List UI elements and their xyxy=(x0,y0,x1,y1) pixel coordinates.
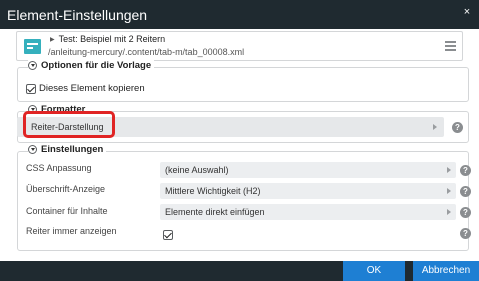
help-icon[interactable]: ? xyxy=(460,228,471,239)
css-adjust-value: (keine Auswahl) xyxy=(165,165,229,175)
chevron-right-icon xyxy=(433,124,437,130)
always-show-tabs-checkbox[interactable] xyxy=(163,230,173,240)
content-container-select[interactable]: Elemente direkt einfügen xyxy=(160,204,456,220)
template-options-legend: Optionen für die Vorlage xyxy=(28,60,155,71)
resource-title-row[interactable]: ▶ Test: Beispiel mit 2 Reitern xyxy=(50,34,165,44)
help-icon[interactable]: ? xyxy=(460,165,471,176)
chevron-right-icon xyxy=(447,188,451,194)
heading-display-select[interactable]: Mittlere Wichtigkeit (H2) xyxy=(160,183,456,199)
ok-button[interactable]: OK xyxy=(343,261,405,281)
expand-triangle-icon[interactable]: ▶ xyxy=(50,36,55,43)
css-adjust-label: CSS Anpassung xyxy=(26,163,92,173)
resource-title: Test: Beispiel mit 2 Reitern xyxy=(58,34,166,44)
help-icon[interactable]: ? xyxy=(460,207,471,218)
collapse-toggle-icon[interactable] xyxy=(28,61,37,70)
resource-path: /anleitung-mercury/.content/tab-m/tab_00… xyxy=(48,47,245,57)
always-show-tabs-row[interactable] xyxy=(163,230,176,240)
template-options-label: Optionen für die Vorlage xyxy=(41,60,152,71)
dialog-titlebar[interactable]: Element-Einstellungen × xyxy=(0,0,479,29)
content-container-value: Elemente direkt einfügen xyxy=(165,207,265,217)
dialog-title: Element-Einstellungen xyxy=(7,7,148,23)
help-icon[interactable]: ? xyxy=(452,122,463,133)
chevron-right-icon xyxy=(447,167,451,173)
help-icon[interactable]: ? xyxy=(460,186,471,197)
cancel-button[interactable]: Abbrechen xyxy=(413,261,479,281)
element-settings-dialog: Element-Einstellungen × ▶ Test: Beispiel … xyxy=(0,0,479,281)
css-adjust-select[interactable]: (keine Auswahl) xyxy=(160,162,456,178)
dialog-footer xyxy=(0,261,479,281)
formatter-legend: Formatter xyxy=(28,104,89,115)
settings-label: Einstellungen xyxy=(41,144,104,155)
content-container-label: Container für Inhalte xyxy=(26,206,108,216)
heading-display-value: Mittlere Wichtigkeit (H2) xyxy=(165,186,261,196)
formatter-select[interactable]: Reiter-Darstellung xyxy=(17,117,444,137)
collapse-toggle-icon[interactable] xyxy=(28,105,37,114)
collapse-toggle-icon[interactable] xyxy=(28,145,37,154)
always-show-tabs-label: Reiter immer anzeigen xyxy=(26,226,117,236)
heading-display-label: Überschrift-Anzeige xyxy=(26,184,106,194)
copy-element-label: Dieses Element kopieren xyxy=(39,83,145,94)
resource-type-icon xyxy=(24,39,41,54)
formatter-label: Formatter xyxy=(41,104,86,115)
copy-element-checkbox[interactable] xyxy=(26,83,36,94)
resource-info-box: ▶ Test: Beispiel mit 2 Reitern /anleitung… xyxy=(16,31,463,61)
close-icon[interactable]: × xyxy=(461,6,473,18)
hamburger-menu-icon[interactable] xyxy=(445,41,456,51)
copy-element-row[interactable]: Dieses Element kopieren xyxy=(26,83,145,94)
formatter-value: Reiter-Darstellung xyxy=(31,122,104,132)
settings-legend: Einstellungen xyxy=(28,144,107,155)
chevron-right-icon xyxy=(447,209,451,215)
